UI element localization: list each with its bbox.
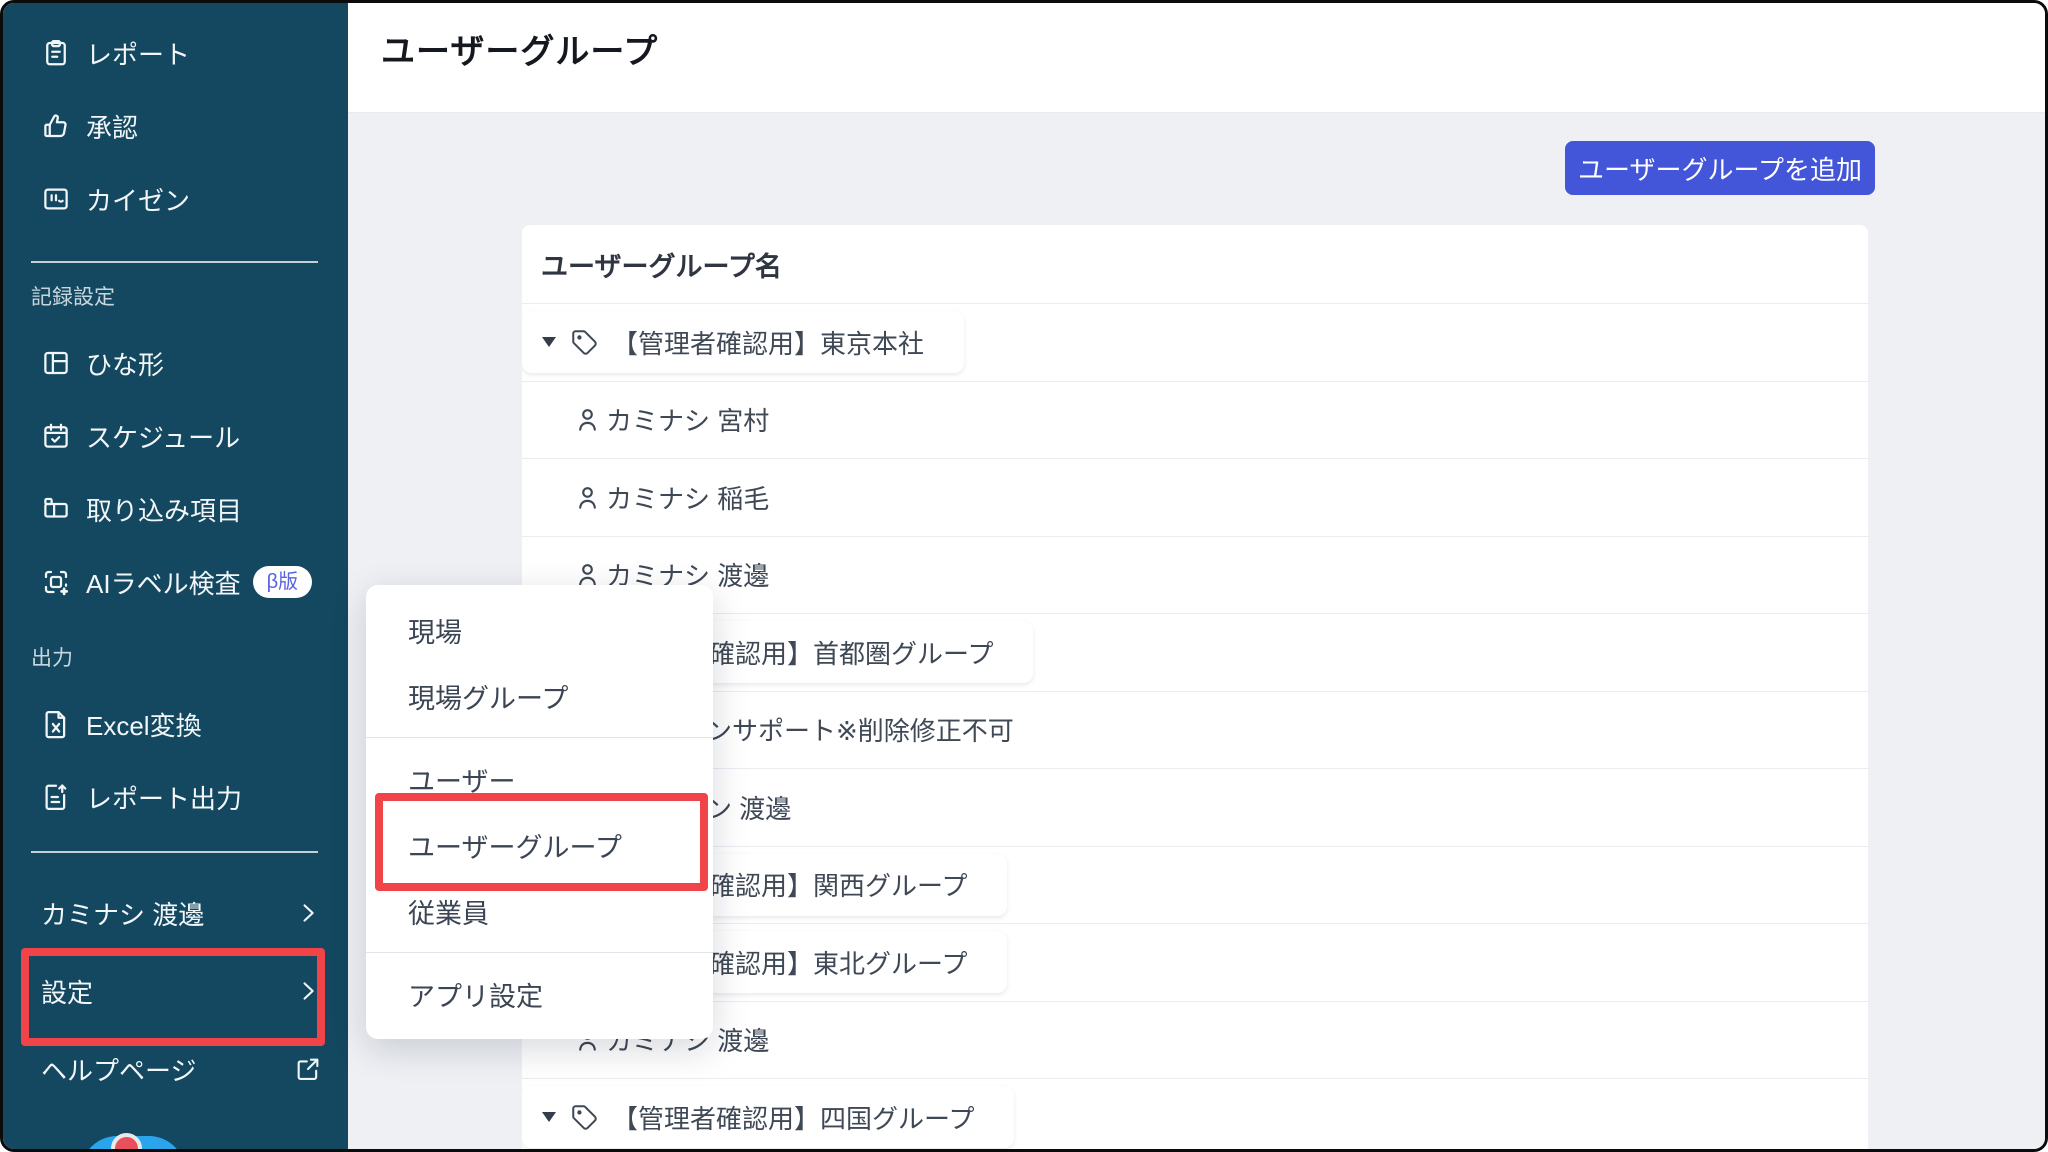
- sidebar-item-label: 設定: [41, 973, 93, 1010]
- column-header-user-group-name: ユーザーグループ名: [541, 245, 782, 284]
- table-row[interactable]: カミナシ 渡邊: [522, 1002, 1868, 1080]
- tag-icon: [571, 1104, 598, 1131]
- sidebar-item-label: カイゼン: [86, 181, 190, 218]
- sidebar-item-label: レポート: [86, 35, 190, 72]
- sidebar-item-report-export[interactable]: レポート出力: [3, 775, 348, 819]
- menu-item-ユーザーグループ[interactable]: ユーザーグループ: [366, 812, 713, 878]
- table-row[interactable]: ン 渡邊: [522, 769, 1868, 847]
- user-group-table: ユーザーグループ名 【管理者確認用】東京本社カミナシ 宮村カミナシ 稲毛カミナシ…: [522, 225, 1868, 1149]
- group-name: 【管理者確認用】東京本社: [612, 324, 924, 361]
- table-row[interactable]: カミナシ 宮村: [522, 382, 1868, 460]
- group-name: 確認用】東北グループ: [709, 944, 967, 981]
- menu-item-ユーザー[interactable]: ユーザー: [366, 746, 713, 812]
- sidebar-divider: [31, 261, 318, 263]
- external-link-icon: [294, 1055, 322, 1083]
- menu-item-アプリ設定[interactable]: アプリ設定: [366, 961, 713, 1027]
- sidebar-item-label: スケジュール: [86, 418, 240, 455]
- menu-divider: [366, 737, 713, 738]
- beta-badge: β版: [253, 566, 313, 598]
- add-user-group-button[interactable]: ユーザーグループを追加: [1565, 141, 1875, 195]
- schedule-icon: [41, 421, 71, 451]
- tag-icon: [571, 329, 598, 356]
- collapse-triangle-icon[interactable]: [541, 336, 557, 348]
- person-icon: [574, 484, 601, 511]
- row-text: ン 渡邊: [706, 789, 791, 826]
- settings-popup-menu: 現場現場グループユーザーユーザーグループ従業員アプリ設定: [366, 585, 713, 1039]
- sidebar-item-schedule[interactable]: スケジュール: [3, 414, 348, 458]
- page-header: ユーザーグループ: [348, 3, 2045, 113]
- table-row[interactable]: 確認用】関西グループ: [522, 847, 1868, 925]
- page-title: ユーザーグループ: [381, 24, 658, 73]
- table-row[interactable]: ンサポート※削除修正不可: [522, 692, 1868, 770]
- table-header-row: ユーザーグループ名: [522, 225, 1868, 304]
- sidebar-item-label: AIラベル検査: [86, 564, 241, 601]
- import-fields-icon: [41, 494, 71, 524]
- excel-export-icon: [41, 709, 71, 739]
- menu-item-現場グループ[interactable]: 現場グループ: [366, 663, 713, 729]
- sidebar-item-kaizen[interactable]: カイゼン: [3, 177, 348, 221]
- user-name: カミナシ 宮村: [606, 401, 769, 438]
- kaizen-icon: [41, 184, 71, 214]
- menu-item-現場[interactable]: 現場: [366, 597, 713, 663]
- template-icon: [41, 348, 71, 378]
- report-export-icon: [41, 782, 71, 812]
- app-window: レポート承認カイゼン記録設定ひな形スケジュール取り込み項目 AIラベル検査 β版出力…: [0, 0, 2048, 1152]
- sidebar-item-help[interactable]: ヘルプページ: [3, 1047, 348, 1091]
- table-row[interactable]: カミナシ 稲毛: [522, 459, 1868, 537]
- table-body: 【管理者確認用】東京本社カミナシ 宮村カミナシ 稲毛カミナシ 渡邊確認用】首都圏…: [522, 304, 1868, 1149]
- group-row-pill: 確認用】東北グループ: [690, 931, 1007, 993]
- chevron-right-icon: [294, 899, 322, 927]
- user-name: カミナシ 稲毛: [606, 479, 769, 516]
- sidebar-item-label: 取り込み項目: [86, 491, 242, 528]
- sidebar-item-excel-export[interactable]: Excel変換: [3, 702, 348, 746]
- group-row-pill: 【管理者確認用】東京本社: [522, 311, 964, 373]
- sidebar-divider: [31, 851, 318, 853]
- group-name: 【管理者確認用】四国グループ: [612, 1099, 974, 1136]
- table-row[interactable]: カミナシ 渡邊: [522, 537, 1868, 615]
- sidebar-item-label: ヘルプページ: [41, 1051, 196, 1088]
- group-name: 確認用】首都圏グループ: [709, 634, 993, 671]
- table-row[interactable]: 【管理者確認用】四国グループ: [522, 1079, 1868, 1149]
- sidebar-section-label: 記録設定: [3, 283, 348, 313]
- sidebar-item-label: カミナシ 渡邊: [41, 895, 204, 932]
- sidebar-item-settings[interactable]: 設定: [3, 969, 348, 1013]
- sidebar-item-import-fields[interactable]: 取り込み項目: [3, 487, 348, 531]
- report-icon: [41, 38, 71, 68]
- chevron-right-icon: [294, 977, 322, 1005]
- row-text: ンサポート※削除修正不可: [706, 711, 1014, 748]
- approval-icon: [41, 111, 71, 141]
- group-row-pill: 【管理者確認用】四国グループ: [522, 1086, 1014, 1148]
- table-row[interactable]: 確認用】首都圏グループ: [522, 614, 1868, 692]
- sidebar-section-label: 出力: [3, 644, 348, 674]
- group-row-pill: 確認用】関西グループ: [690, 854, 1007, 916]
- sidebar-item-approval[interactable]: 承認: [3, 104, 348, 148]
- sidebar-item-label: 承認: [86, 108, 138, 145]
- group-name: 確認用】関西グループ: [709, 866, 967, 903]
- collapse-triangle-icon[interactable]: [541, 1111, 557, 1123]
- sidebar-item-label: ひな形: [86, 345, 164, 382]
- table-row[interactable]: 【管理者確認用】東京本社: [522, 304, 1868, 382]
- sidebar-item-report[interactable]: レポート: [3, 31, 348, 75]
- sidebar-item-ai-label-inspection[interactable]: AIラベル検査 β版: [3, 560, 348, 604]
- sidebar-item-template[interactable]: ひな形: [3, 341, 348, 385]
- sidebar-item-account[interactable]: カミナシ 渡邊: [3, 891, 348, 935]
- person-icon: [574, 406, 601, 433]
- menu-divider: [366, 952, 713, 953]
- ai-label-inspection-icon: [41, 567, 71, 597]
- menu-item-従業員[interactable]: 従業員: [366, 878, 713, 944]
- table-row[interactable]: 確認用】東北グループ: [522, 924, 1868, 1002]
- sidebar-item-label: Excel変換: [86, 706, 202, 743]
- sidebar-item-label: レポート出力: [86, 779, 242, 816]
- sidebar: レポート承認カイゼン記録設定ひな形スケジュール取り込み項目 AIラベル検査 β版出力…: [3, 3, 348, 1149]
- group-row-pill: 確認用】首都圏グループ: [690, 621, 1033, 683]
